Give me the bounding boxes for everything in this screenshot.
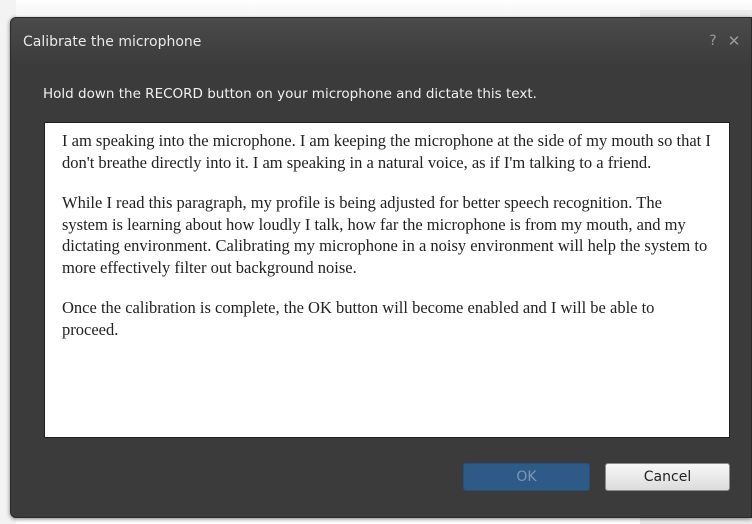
calibrate-microphone-dialog: Calibrate the microphone ? ✕ Hold down t… bbox=[10, 17, 752, 518]
dialog-titlebar[interactable]: Calibrate the microphone ? ✕ bbox=[11, 18, 751, 64]
dictation-paragraph-1: I am speaking into the microphone. I am … bbox=[62, 131, 711, 172]
dictation-paragraph-2: While I read this paragraph, my profile … bbox=[62, 193, 708, 277]
dialog-title: Calibrate the microphone bbox=[23, 34, 202, 50]
dictation-paragraph-3: Once the calibration is complete, the OK… bbox=[62, 298, 655, 339]
instruction-text: Hold down the RECORD button on your micr… bbox=[43, 86, 537, 102]
dictation-text-area: I am speaking into the microphone. I am … bbox=[44, 122, 730, 438]
cancel-button[interactable]: Cancel bbox=[605, 463, 730, 491]
help-icon[interactable]: ? bbox=[705, 32, 721, 50]
ok-button[interactable]: OK bbox=[463, 463, 590, 491]
close-icon[interactable]: ✕ bbox=[725, 32, 743, 50]
